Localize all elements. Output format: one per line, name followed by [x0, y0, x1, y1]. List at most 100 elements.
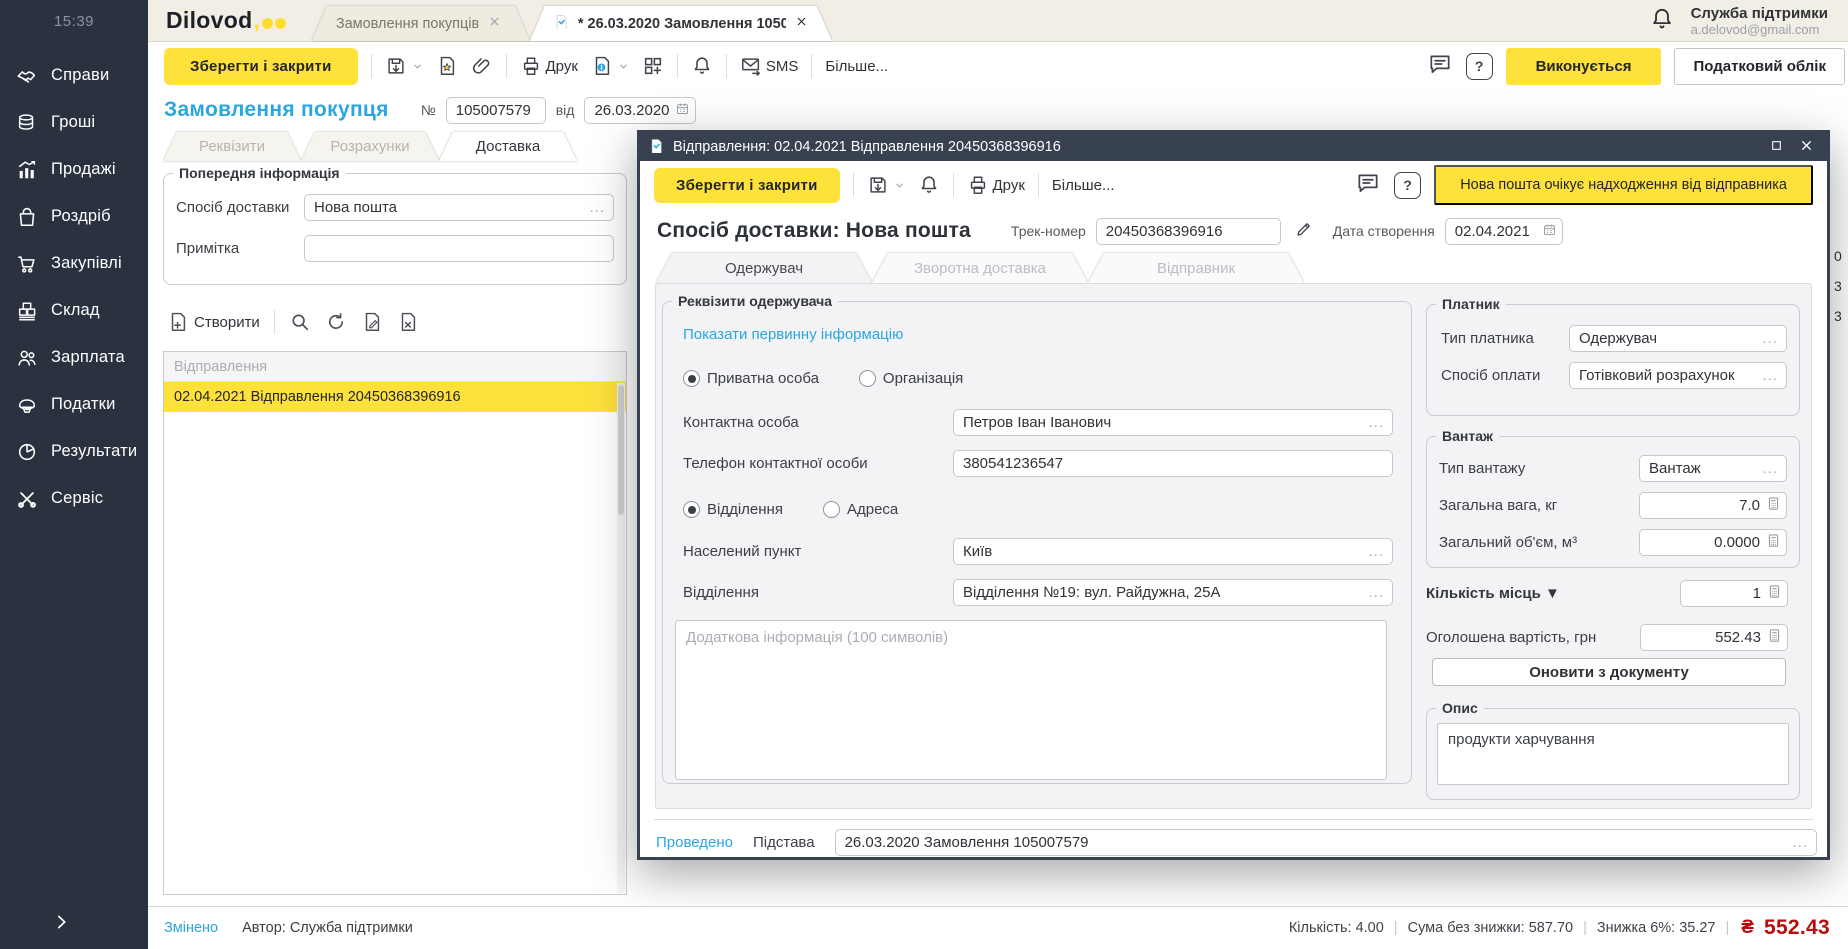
comments-button[interactable]: [1427, 51, 1453, 81]
tab-requisites[interactable]: Реквізити: [163, 132, 301, 161]
created-date-input[interactable]: 02.04.2021: [1445, 218, 1563, 245]
changed-link[interactable]: Змінено: [164, 920, 218, 936]
sidebar-item-rozdrib[interactable]: Роздріб: [0, 193, 148, 240]
total-volume-input[interactable]: 0.0000: [1639, 529, 1787, 556]
show-primary-info-link[interactable]: Показати первинну інформацію: [683, 326, 903, 343]
scrollbar[interactable]: [617, 383, 625, 893]
sidebar-item-zakupivli[interactable]: Закупівлі: [0, 240, 148, 287]
favorite-document-button[interactable]: [436, 55, 458, 77]
radio-private-person[interactable]: [683, 370, 700, 387]
cargo-type-input[interactable]: Вантаж: [1639, 455, 1787, 482]
places-count-label[interactable]: Кількість місць ▼: [1426, 585, 1560, 602]
help-button[interactable]: ?: [1466, 53, 1493, 80]
sidebar-item-zarplata[interactable]: Зарплата: [0, 334, 148, 381]
notifications-bell-icon[interactable]: [1649, 6, 1675, 36]
modal-reminder-button[interactable]: [918, 174, 940, 196]
ellipsis-icon[interactable]: [1368, 418, 1384, 428]
additional-info-textarea[interactable]: Додаткова інформація (100 символів): [675, 620, 1387, 780]
tab-calculations[interactable]: Розрахунки: [301, 132, 439, 161]
description-textarea[interactable]: продукти харчування: [1437, 723, 1789, 785]
maximize-icon[interactable]: [1770, 139, 1783, 156]
edit-shipment-button[interactable]: [361, 311, 383, 333]
track-number-input[interactable]: 20450368396916: [1096, 218, 1281, 245]
nova-poshta-status-banner[interactable]: Нова пошта очікує надходження від відпра…: [1434, 165, 1813, 205]
save-button[interactable]: [385, 55, 423, 77]
dilovod-logo[interactable]: Dilovod,: [148, 0, 312, 41]
sms-button[interactable]: SMS: [740, 55, 799, 77]
modal-comments-button[interactable]: [1355, 170, 1381, 200]
sidebar-item-podatky[interactable]: Податки: [0, 381, 148, 428]
status-button[interactable]: Виконується: [1506, 48, 1662, 85]
delete-shipment-button[interactable]: [397, 311, 419, 333]
account-info[interactable]: Служба підтримки a.delovod@gmail.com: [1691, 5, 1828, 37]
document-info-button[interactable]: [591, 55, 629, 77]
ellipsis-icon[interactable]: [1368, 547, 1384, 557]
document-date-input[interactable]: 26.03.2020: [584, 97, 696, 124]
ellipsis-icon[interactable]: [589, 203, 605, 213]
tab-sender[interactable]: Відправник: [1088, 253, 1304, 283]
modal-more-button[interactable]: Більше...: [1052, 177, 1115, 194]
contact-person-input[interactable]: Петров Іван Іванович: [953, 409, 1393, 436]
calculator-icon[interactable]: [1767, 628, 1782, 647]
modal-help-button[interactable]: ?: [1394, 172, 1421, 199]
sidebar-collapse-button[interactable]: [52, 913, 70, 935]
calendar-icon[interactable]: [1542, 222, 1557, 241]
shipment-row-selected[interactable]: 02.04.2021 Відправлення 20450368396916: [164, 382, 626, 412]
delivery-method-input[interactable]: Нова пошта: [304, 194, 614, 221]
basis-input[interactable]: 26.03.2020 Замовлення 105007579: [835, 829, 1817, 856]
search-button[interactable]: [289, 311, 311, 333]
close-icon[interactable]: [1799, 138, 1814, 157]
sidebar-item-spravy[interactable]: Справи: [0, 52, 148, 99]
radio-address[interactable]: [823, 501, 840, 518]
tab-return-delivery[interactable]: Зворотна доставка: [872, 253, 1088, 283]
modal-titlebar[interactable]: Відправлення: 02.04.2021 Відправлення 20…: [640, 133, 1827, 161]
shipments-column-header[interactable]: Відправлення: [164, 352, 626, 382]
more-button[interactable]: Більше...: [825, 58, 888, 75]
contact-phone-input[interactable]: 380541236547: [953, 450, 1393, 477]
tax-accounting-button[interactable]: Податковий облік: [1674, 48, 1845, 85]
ellipsis-icon[interactable]: [1792, 838, 1808, 848]
radio-organization[interactable]: [859, 370, 876, 387]
places-count-input[interactable]: 1: [1680, 580, 1788, 607]
note-input[interactable]: [304, 235, 614, 262]
update-from-document-button[interactable]: Оновити з документу: [1432, 658, 1786, 686]
calculator-icon[interactable]: [1766, 533, 1781, 552]
reminder-button[interactable]: [691, 55, 713, 77]
payment-method-input[interactable]: Готівковий розрахунок: [1569, 362, 1787, 389]
create-shipment-button[interactable]: Створити: [167, 311, 260, 333]
add-widget-button[interactable]: [642, 55, 664, 77]
calculator-icon[interactable]: [1767, 584, 1782, 603]
refresh-button[interactable]: [325, 311, 347, 333]
branch-input[interactable]: Відділення №19: вул. Райдужна, 25А: [953, 579, 1393, 606]
modal-save-and-close-button[interactable]: Зберегти і закрити: [654, 168, 840, 203]
tab-orders-list[interactable]: Замовлення покупців: [312, 6, 530, 41]
radio-branch[interactable]: [683, 501, 700, 518]
ellipsis-icon[interactable]: [1368, 588, 1384, 598]
scrollbar-thumb[interactable]: [618, 385, 624, 515]
ellipsis-icon[interactable]: [1762, 334, 1778, 344]
tab-delivery[interactable]: Доставка: [439, 132, 577, 161]
pencil-icon[interactable]: [1295, 220, 1313, 242]
tab-recipient[interactable]: Одержувач: [656, 253, 872, 283]
ellipsis-icon[interactable]: [1762, 371, 1778, 381]
attach-file-button[interactable]: [471, 55, 493, 77]
modal-save-button[interactable]: [867, 174, 905, 196]
declared-value-input[interactable]: 552.43: [1640, 624, 1788, 651]
calendar-icon[interactable]: [675, 101, 690, 120]
city-input[interactable]: Київ: [953, 538, 1393, 565]
total-weight-input[interactable]: 7.0: [1639, 492, 1787, 519]
payer-type-input[interactable]: Одержувач: [1569, 325, 1787, 352]
ellipsis-icon[interactable]: [1762, 464, 1778, 474]
close-icon[interactable]: [795, 15, 808, 32]
calculator-icon[interactable]: [1766, 496, 1781, 515]
print-button[interactable]: Друк: [520, 55, 578, 77]
document-number-input[interactable]: 105007579: [446, 97, 546, 124]
sidebar-item-prodazhi[interactable]: Продажі: [0, 146, 148, 193]
posted-link[interactable]: Проведено: [656, 834, 733, 851]
save-and-close-button[interactable]: Зберегти і закрити: [164, 48, 358, 85]
modal-print-button[interactable]: Друк: [967, 174, 1025, 196]
sidebar-item-hroshi[interactable]: Гроші: [0, 99, 148, 146]
sidebar-item-sklad[interactable]: Склад: [0, 287, 148, 334]
close-icon[interactable]: [488, 15, 501, 32]
tab-current-order[interactable]: * 26.03.2020 Замовлення 10500: [530, 6, 832, 41]
